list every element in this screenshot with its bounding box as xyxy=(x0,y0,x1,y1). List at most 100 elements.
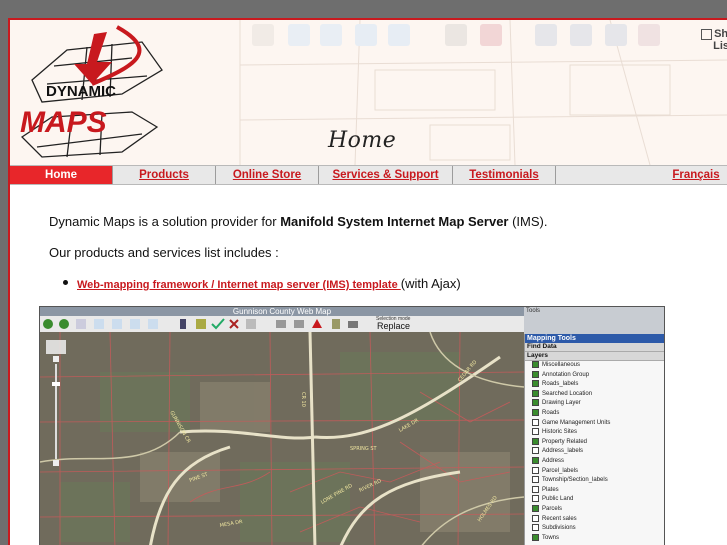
list-item: Web-mapping framework / Internet map ser… xyxy=(63,276,461,291)
zoom-out-icon xyxy=(112,319,122,329)
mapping-tools-panel: Mapping Tools Find Data Layers Miscellan… xyxy=(524,334,664,545)
banner-side-text: Sh Lis xyxy=(701,28,727,52)
list-icon xyxy=(246,319,256,329)
layer-row[interactable]: Parcels xyxy=(525,504,664,515)
layer-label: Roads xyxy=(542,410,560,417)
layer-row[interactable]: Public Land xyxy=(525,495,664,505)
layer-label: Searched Location xyxy=(542,390,593,397)
zoom-in-icon xyxy=(94,319,104,329)
find-data-header[interactable]: Find Data xyxy=(525,343,664,352)
layer-label: Address xyxy=(542,458,565,465)
nav-home[interactable]: Home xyxy=(10,166,113,184)
layer-checkbox[interactable] xyxy=(532,380,539,388)
info-icon xyxy=(180,319,186,329)
layer-row[interactable]: Miscellaneous xyxy=(525,361,664,371)
layer-checkbox[interactable] xyxy=(532,370,539,378)
layer-checkbox[interactable] xyxy=(532,456,539,464)
layer-row[interactable]: Annotation Group xyxy=(525,370,664,381)
layers-header[interactable]: Layers xyxy=(525,352,664,361)
layer-row[interactable]: Subdivisions xyxy=(525,524,664,534)
hand-icon xyxy=(252,24,274,46)
layer-label: Game Management Units xyxy=(542,419,611,426)
web-mapping-framework-link[interactable]: Web-mapping framework / Internet map ser… xyxy=(77,279,401,291)
clear-icon xyxy=(638,24,660,46)
layer-label: Miscellaneous xyxy=(542,362,581,369)
nav-products[interactable]: Products xyxy=(113,166,216,184)
layer-label: Drawing Layer xyxy=(542,400,581,407)
layer-row[interactable]: Roads xyxy=(525,408,664,419)
layer-checkbox[interactable] xyxy=(532,428,539,436)
panel-title: Mapping Tools xyxy=(525,334,664,343)
layer-row[interactable]: Parcel_labels xyxy=(525,466,664,477)
measure-icon xyxy=(445,24,467,46)
banner-toolbar-decoration: Sh Lis xyxy=(210,22,727,52)
corner-label: Tools xyxy=(526,308,541,314)
nav-language-french[interactable]: Français xyxy=(669,166,727,184)
layer-label: Parcel_labels xyxy=(542,467,579,474)
layer-checkbox[interactable] xyxy=(532,524,539,532)
layer-checkbox[interactable] xyxy=(532,495,539,503)
layer-row[interactable]: Address xyxy=(525,456,664,467)
layer-checkbox[interactable] xyxy=(532,476,539,484)
layer-checkbox[interactable] xyxy=(532,361,539,368)
layer-checkbox[interactable] xyxy=(532,485,539,493)
nav-online-store[interactable]: Online Store xyxy=(216,166,319,184)
intro-paragraph: Dynamic Maps is a solution provider for … xyxy=(49,214,547,229)
layer-label: Plates xyxy=(542,486,559,493)
layer-checkbox[interactable] xyxy=(532,466,539,474)
intro-prefix: Dynamic Maps is a solution provider for xyxy=(49,214,281,229)
select-box-icon xyxy=(570,24,592,46)
layer-label: Historic Sites xyxy=(542,429,578,436)
area-icon xyxy=(294,320,304,328)
layer-checkbox[interactable] xyxy=(532,447,539,455)
header-banner: DYNAMIC MAPS Home Sh Lis xyxy=(10,20,727,165)
layer-label: Township/Section_labels xyxy=(542,477,608,484)
layer-row[interactable]: Property Related xyxy=(525,437,664,448)
layer-label: Annotation Group xyxy=(542,371,590,378)
layer-label: Roads_labels xyxy=(542,381,579,388)
layer-checkbox[interactable] xyxy=(532,399,539,407)
back-icon xyxy=(43,319,53,329)
intro-suffix: (IMS). xyxy=(508,214,548,229)
layer-label: Subdivisions xyxy=(542,525,576,532)
nav-services-support[interactable]: Services & Support xyxy=(319,166,453,184)
layer-row[interactable]: Address_labels xyxy=(525,447,664,457)
nav-testimonials[interactable]: Testimonials xyxy=(453,166,556,184)
screenshot-toolbar-icons xyxy=(43,318,358,330)
page-heading: Home xyxy=(328,128,397,153)
layer-label: Recent sales xyxy=(542,515,577,522)
layer-label: Address_labels xyxy=(542,448,584,455)
layer-checkbox[interactable] xyxy=(532,389,539,397)
layer-label: Towns xyxy=(542,534,560,541)
layer-checkbox[interactable] xyxy=(532,533,539,541)
layer-list: Miscellaneous Annotation Group Roads_label… xyxy=(525,361,664,544)
aerial-map: GUNNISON CR CR 10 CEDAR RD SPRING ST LAK… xyxy=(40,332,524,545)
layer-checkbox[interactable] xyxy=(532,408,539,416)
full-extent-icon xyxy=(388,24,410,46)
bullet-icon xyxy=(63,280,68,286)
selection-mode-value: Replace xyxy=(377,321,411,331)
zoom-box-icon xyxy=(355,24,377,46)
layer-row[interactable]: Historic Sites xyxy=(525,428,664,438)
layer-row[interactable]: Roads_labels xyxy=(525,380,664,390)
pan-icon xyxy=(76,319,86,329)
pin-icon xyxy=(605,24,627,46)
layer-row[interactable]: Drawing Layer xyxy=(525,399,664,409)
layer-checkbox[interactable] xyxy=(532,437,539,445)
forward-icon xyxy=(59,319,69,329)
layer-row[interactable]: Recent sales xyxy=(525,514,664,525)
x-icon xyxy=(229,319,239,329)
pencil-icon xyxy=(196,319,206,329)
layer-checkbox[interactable] xyxy=(532,418,539,426)
home-icon xyxy=(312,319,322,328)
extent-icon xyxy=(148,319,158,329)
layer-checkbox[interactable] xyxy=(532,504,539,512)
layer-row[interactable]: Towns xyxy=(525,533,664,544)
layer-row[interactable]: Plates xyxy=(525,485,664,496)
layer-row[interactable]: Searched Location xyxy=(525,389,664,400)
house-icon xyxy=(480,24,502,46)
layer-row[interactable]: Game Management Units xyxy=(525,418,664,429)
layer-row[interactable]: Township/Section_labels xyxy=(525,476,664,486)
layer-checkbox[interactable] xyxy=(532,514,539,522)
list-item-suffix: (with Ajax) xyxy=(400,276,461,291)
